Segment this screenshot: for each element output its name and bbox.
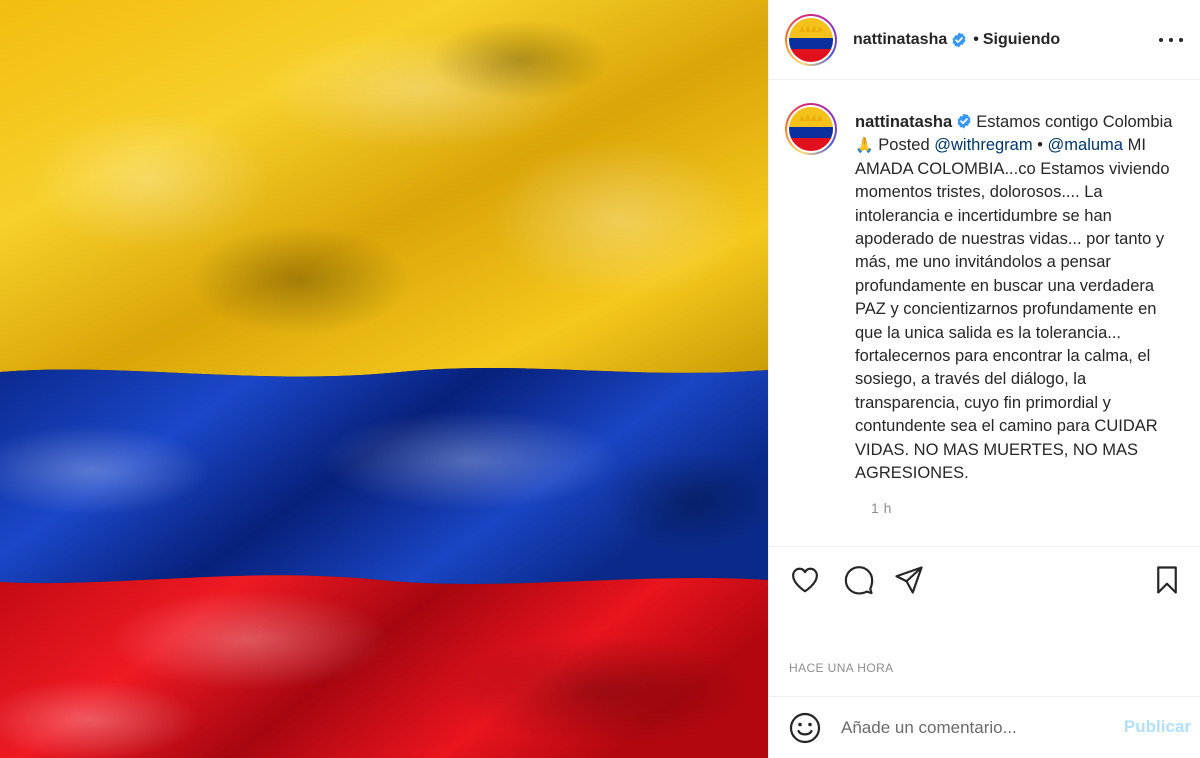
following-button[interactable]: Siguiendo (983, 31, 1060, 49)
caption-part1: Estamos contigo Colombia (976, 113, 1173, 131)
avatar[interactable] (785, 13, 837, 66)
post-username[interactable]: nattinatasha (853, 31, 947, 49)
caption-text: nattinatasha Estamos contigo Colombia 🙏 P… (855, 101, 1175, 486)
verified-badge-icon (951, 32, 967, 48)
bookmark-icon[interactable] (1150, 563, 1184, 597)
comment-bubble-icon[interactable] (842, 563, 876, 597)
post-side-panel: nattinatasha • Siguiendo nattinatasha Es… (768, 0, 1200, 758)
caption-section: nattinatasha Estamos contigo Colombia 🙏 P… (769, 81, 1200, 545)
verified-badge-icon (956, 113, 972, 129)
avatar-image (789, 17, 833, 62)
mention-link-maluma[interactable]: @maluma (1048, 136, 1123, 154)
action-bar (769, 546, 1200, 610)
caption-username[interactable]: nattinatasha (855, 113, 952, 131)
avatar-image (789, 107, 833, 151)
colombia-flag-image (0, 0, 768, 758)
separator-dot: • (973, 30, 979, 48)
publish-button[interactable]: Publicar (1124, 717, 1191, 737)
praying-hands-emoji: 🙏 (855, 137, 874, 155)
post-timestamp[interactable]: HACE UNA HORA (789, 661, 894, 675)
mention-link-withregram[interactable]: @withregram (934, 136, 1032, 154)
comment-input[interactable] (841, 712, 1096, 743)
comment-bar: Publicar (769, 696, 1200, 758)
post-header: nattinatasha • Siguiendo (769, 0, 1200, 80)
caption-time-ago[interactable]: 1 h (871, 500, 1185, 516)
post-image[interactable] (0, 0, 768, 758)
caption-part2: Posted (873, 136, 935, 155)
caption-part3: • (1032, 136, 1048, 155)
heart-icon[interactable] (788, 563, 822, 597)
caption-row: nattinatasha Estamos contigo Colombia 🙏 P… (785, 101, 1185, 486)
more-dots-icon[interactable] (1159, 30, 1183, 50)
caption-part4: MI AMADA COLOMBIA...co Estamos viviendo … (855, 136, 1170, 483)
caption-avatar[interactable] (785, 103, 837, 155)
smiley-icon[interactable] (789, 712, 821, 744)
paper-plane-icon[interactable] (892, 563, 926, 597)
